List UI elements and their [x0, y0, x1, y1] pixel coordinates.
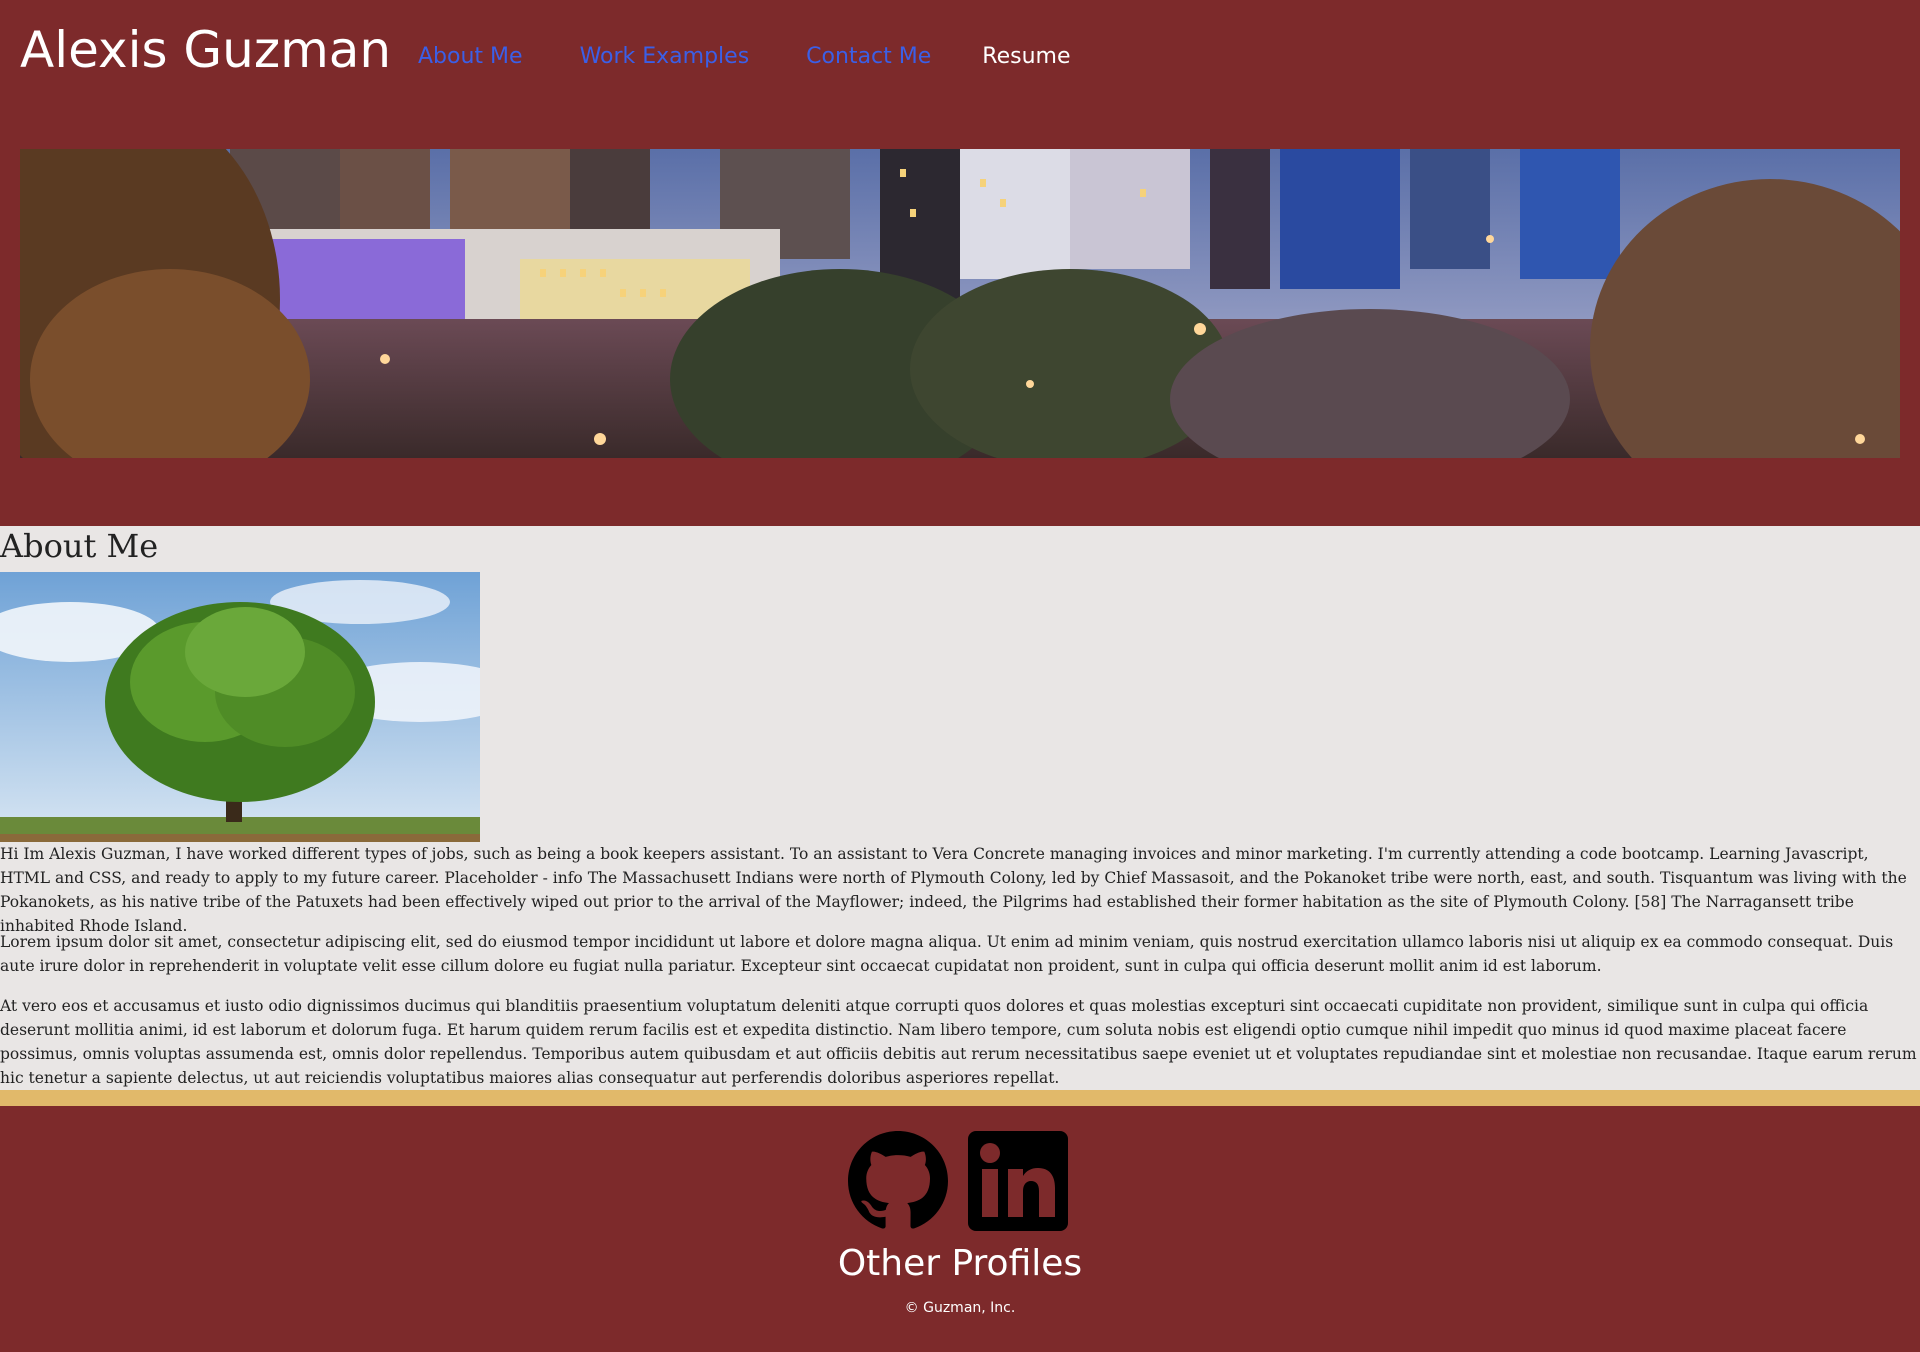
nav-contact-me[interactable]: Contact Me [806, 40, 931, 74]
footer-divider [0, 1090, 1920, 1106]
about-paragraph-2: Lorem ipsum dolor sit amet, consectetur … [0, 933, 1894, 975]
about-title: About Me [0, 527, 159, 565]
profile-links [848, 1131, 1068, 1231]
nav-work-examples[interactable]: Work Examples [580, 40, 750, 74]
about-section: About Me Hi Im Alexis Guzman, I have wor… [0, 526, 1920, 1090]
main-nav: About Me Work Examples Contact Me Resume [418, 40, 1071, 74]
about-paragraph-3: At vero eos et accusamus et iusto odio d… [0, 997, 1917, 1087]
github-icon[interactable] [848, 1131, 948, 1231]
copyright-text: © Guzman, Inc. [904, 1300, 1016, 1316]
other-profiles-heading: Other Profiles [837, 1243, 1083, 1284]
nav-about-me[interactable]: About Me [418, 40, 523, 74]
site-brand: Alexis Guzman [20, 21, 392, 79]
hero-city-image [20, 149, 1900, 458]
about-paragraph-1: Hi Im Alexis Guzman, I have worked diffe… [0, 845, 1907, 935]
site-header: Alexis Guzman About Me Work Examples Con… [0, 0, 1920, 526]
site-footer: Other Profiles © Guzman, Inc. [0, 1106, 1920, 1352]
linkedin-icon[interactable] [968, 1131, 1068, 1231]
tree-photo [0, 572, 480, 842]
nav-resume[interactable]: Resume [982, 40, 1070, 74]
